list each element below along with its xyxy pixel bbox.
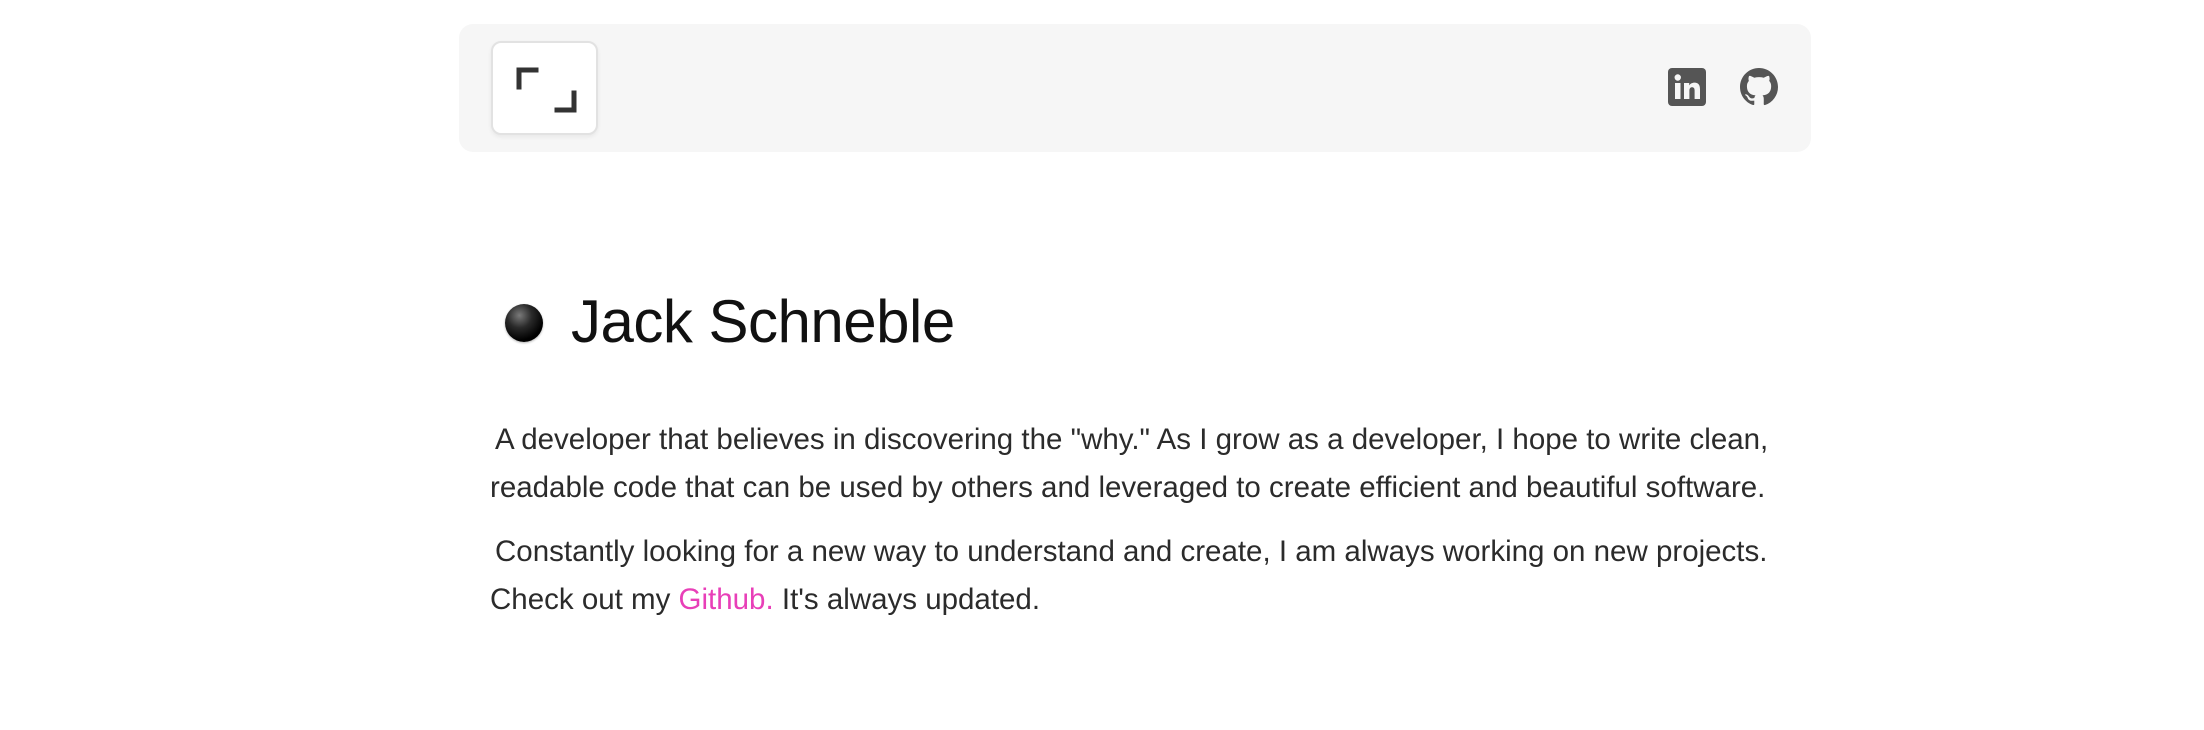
site-header bbox=[459, 24, 1811, 152]
page-title: Jack Schneble bbox=[571, 287, 955, 355]
github-icon bbox=[1740, 68, 1778, 106]
black-orb-icon bbox=[505, 304, 543, 342]
bio-paragraph-1: A developer that believes in discovering… bbox=[490, 423, 1769, 504]
page: Jack Schneble A developer that believes … bbox=[0, 0, 2204, 730]
hero: Jack Schneble bbox=[505, 281, 955, 361]
logo-button[interactable] bbox=[491, 41, 598, 135]
bracket-frame-icon bbox=[516, 67, 577, 113]
bio-paragraph-2-tail: It's always updated. bbox=[773, 583, 1041, 616]
linkedin-link[interactable] bbox=[1668, 68, 1706, 106]
github-link[interactable] bbox=[1740, 68, 1778, 106]
linkedin-icon bbox=[1668, 68, 1706, 106]
bio-paragraph-2: Constantly looking for a new way to unde… bbox=[490, 528, 1790, 624]
bio: A developer that believes in discovering… bbox=[490, 416, 1790, 640]
github-text-link[interactable]: Github. bbox=[679, 583, 774, 616]
